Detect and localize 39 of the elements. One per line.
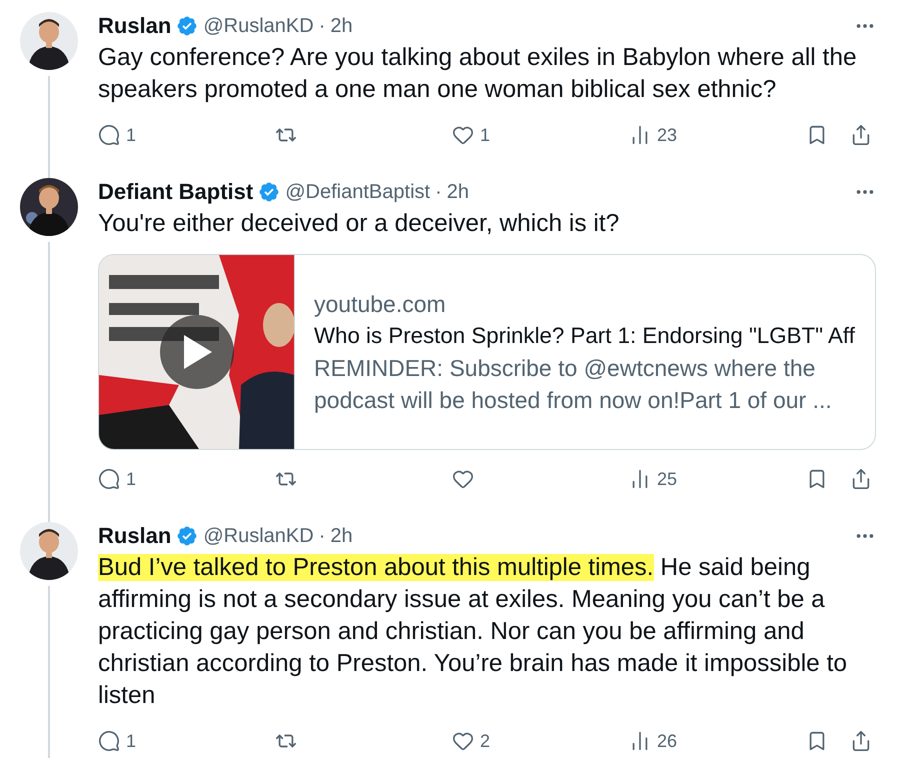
separator-dot: ·: [435, 180, 442, 204]
link-title: Who is Preston Sprinkle? Part 1: Endorsing "LGBT" Aff: [314, 322, 856, 350]
author-handle[interactable]: @RuslanKD: [203, 524, 314, 548]
action-count: 1: [126, 124, 136, 146]
action-count: 1: [126, 730, 136, 752]
verified-badge-icon: [176, 15, 198, 37]
reply-icon[interactable]: [98, 730, 120, 752]
separator-dot: ·: [318, 524, 326, 548]
author-name[interactable]: Defiant Baptist: [98, 179, 254, 205]
verified-badge-icon: [176, 525, 198, 547]
post-text: You're either deceived or a deceiver, which is it?: [98, 209, 620, 239]
action-count: 2: [480, 730, 490, 752]
author-handle[interactable]: @RuslanKD: [203, 14, 314, 38]
author-name[interactable]: Ruslan: [98, 523, 172, 549]
action-count: 1: [480, 124, 490, 146]
share-icon[interactable]: [850, 730, 872, 752]
post-text: Gay conference? Are you talking about exiles in Babylon where all the speakers promoted a one man one woman biblical sex ethnic?: [98, 43, 858, 105]
link-description: REMINDER: Subscribe to @ewtcnews where the podcast will be hosted from now on!Part 1 of our ...: [314, 354, 833, 415]
share-icon[interactable]: [850, 124, 872, 146]
share-icon[interactable]: [850, 468, 872, 490]
link-domain: youtube.com: [314, 290, 447, 319]
author-handle[interactable]: @DefiantBaptist: [285, 180, 430, 204]
separator-dot: ·: [318, 14, 326, 38]
action-count: 26: [657, 730, 678, 752]
reply-icon[interactable]: [98, 468, 120, 490]
post-text: Bud I’ve talked to Preston about this multiple times. He said being affirming is not a secondary issue at exiles. Meaning you can’t be a practicing gay person and christian. Nor can you be affirming and christian according to Preston. You’re brain has made it impossible to listen: [98, 553, 848, 711]
verified-badge-icon: [258, 181, 280, 203]
action-count: 1: [126, 468, 136, 490]
heart-icon[interactable]: [452, 124, 474, 146]
reply-icon[interactable]: [98, 124, 120, 146]
post-time[interactable]: 2h: [330, 524, 353, 548]
post-time[interactable]: 2h: [446, 180, 469, 204]
action-count: 23: [657, 124, 678, 146]
heart-icon[interactable]: [452, 730, 474, 752]
author-name[interactable]: Ruslan: [98, 13, 172, 39]
post-time[interactable]: 2h: [330, 14, 353, 38]
heart-icon[interactable]: [452, 468, 474, 490]
action-count: 25: [657, 468, 678, 490]
link-card[interactable]: youtube.com Who is Preston Sprinkle? Part 1: Endorsing "LGBT" Aff REMINDER: Subscribe to @ewtcnews where the podcast will be hosted from now on!Part 1 of our ...: [98, 254, 876, 450]
